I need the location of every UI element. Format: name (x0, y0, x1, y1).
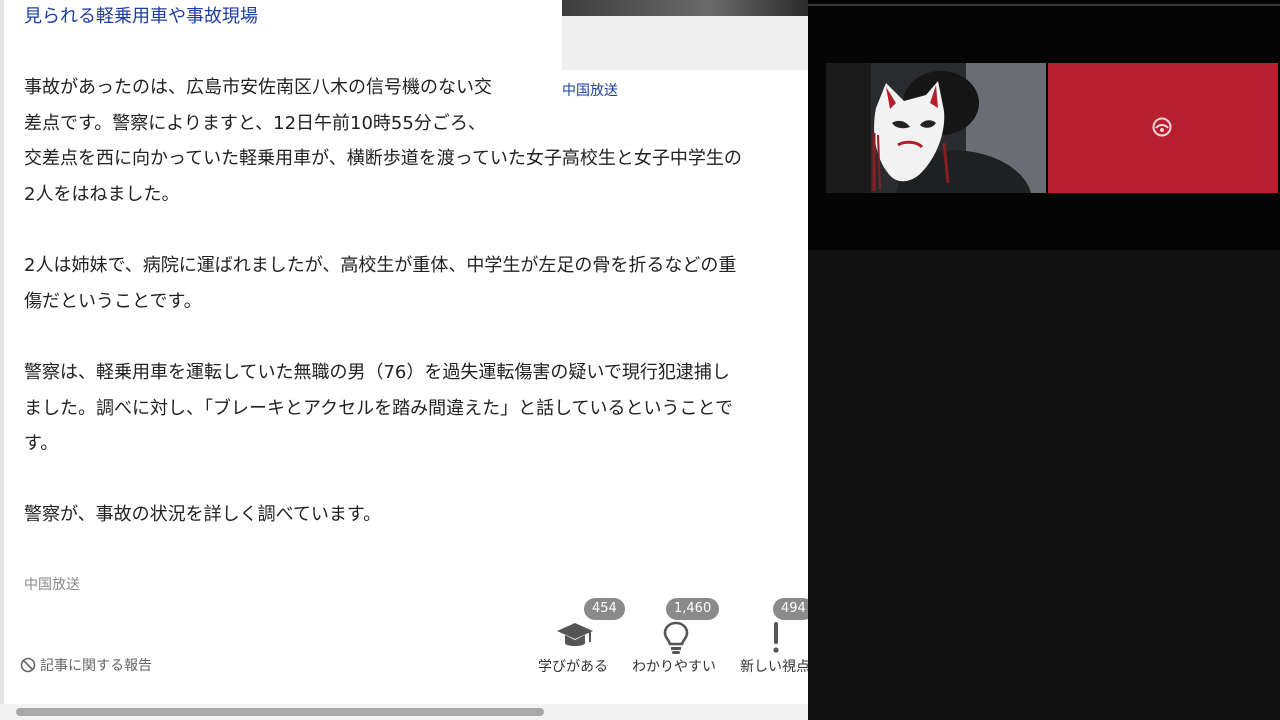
paragraph-line: 事故があったのは、広島市安佐南区八木の信号機のない交 (24, 77, 492, 98)
exclamation-icon (769, 620, 783, 660)
reaction-label: 学びがある (538, 659, 608, 675)
horizontal-scrollbar[interactable] (0, 704, 808, 720)
paragraph-line: 傷だということです。 (24, 290, 202, 312)
divider (808, 4, 1280, 6)
webcam-video-tile[interactable] (826, 63, 1046, 193)
article-source: 中国放送 (24, 577, 80, 593)
paragraph-1: 事故があったのは、広島市安佐南区八木の信号機のない交 差点です。警察によりますと… (24, 70, 742, 212)
graduation-cap-icon (556, 620, 594, 656)
video-call-panel (808, 0, 1280, 720)
left-edge (0, 0, 4, 720)
reaction-label: わかりやすい (632, 659, 716, 675)
paragraph-line: 警察が、事故の状況を詳しく調べています。 (24, 504, 382, 525)
paragraph-line: 2人は姉妹で、病院に運ばれましたが、高校生が重体、中学生が左足の骨を折るなどの重 (24, 255, 737, 276)
paragraph-line: 差点です。警察によりますと、12日午前10時55分ごろ、 (24, 112, 486, 134)
image-caption-link[interactable]: 見られる軽乗用車や事故現場 (24, 4, 258, 30)
reaction-count-badge: 494 (773, 598, 808, 620)
reaction-count-badge: 1,460 (666, 598, 720, 620)
related-thumbnail[interactable] (562, 0, 808, 70)
avatar-icon (1151, 116, 1173, 142)
thumbnail-image (562, 0, 808, 16)
muted-participant-tile[interactable] (1048, 63, 1278, 193)
paragraph-line: 警察は、軽乗用車を運転していた無職の男（76）を過失運転傷害の疑いで現行犯逮捕し (24, 362, 730, 383)
scrollbar-thumb[interactable] (16, 708, 544, 716)
paragraph-line: ました。調べに対し、「ブレーキとアクセルを踏み間違えた」と話しているということで (24, 397, 734, 419)
lightbulb-icon (662, 620, 690, 660)
paragraph-line: 2人をはねました。 (24, 183, 180, 205)
reaction-count-badge: 454 (584, 598, 625, 620)
prohibit-icon (20, 657, 36, 673)
paragraph-2: 2人は姉妹で、病院に運ばれましたが、高校生が重体、中学生が左足の骨を折るなどの重… (24, 248, 736, 319)
paragraph-3: 警察は、軽乗用車を運転していた無職の男（76）を過失運転傷害の疑いで現行犯逮捕し… (24, 355, 733, 462)
paragraph-4: 警察が、事故の状況を詳しく調べています。 (24, 497, 381, 533)
reaction-label: 新しい視点 (740, 659, 808, 675)
report-article-link[interactable]: 記事に関する報告 (20, 655, 152, 675)
article-pane: 見られる軽乗用車や事故現場 中国放送 事故があったのは、広島市安佐南区八木の信号… (0, 0, 808, 720)
paragraph-line: す。 (24, 433, 59, 454)
report-label: 記事に関する報告 (40, 658, 152, 674)
participant-strip (808, 0, 1280, 250)
paragraph-line: 交差点を西に向かっていた軽乗用車が、横断歩道を渡っていた女子高校生と女子中学生の (24, 148, 742, 169)
masked-person-image (826, 63, 1046, 193)
